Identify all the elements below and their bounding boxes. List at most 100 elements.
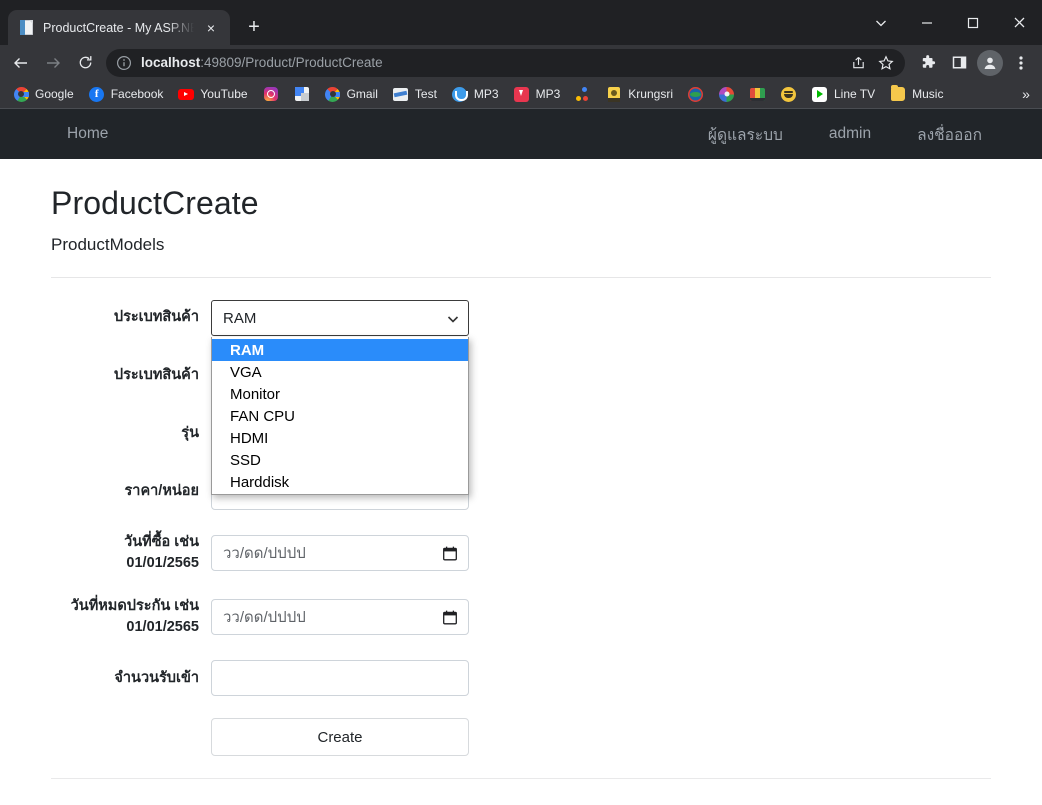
- mp3-blue-icon: [452, 86, 469, 102]
- bookmark-label: Line TV: [833, 87, 876, 101]
- navbar-left: Home: [51, 117, 124, 151]
- dropdown-option[interactable]: SSD: [212, 449, 468, 471]
- youtube-icon: [178, 86, 195, 102]
- divider-bottom: [51, 778, 991, 780]
- bookmark-music[interactable]: Music: [883, 83, 950, 105]
- bookmark-label: Gmail: [346, 87, 378, 101]
- toolbar-right-actions: [913, 48, 1036, 78]
- form-row-category-text: ประเบทสินค้า: [51, 358, 991, 394]
- tab-strip: ProductCreate - My ASP.NET App × +: [0, 0, 269, 45]
- mp3-red-icon: [514, 86, 530, 102]
- product-create-form: ประเบทสินค้า RAM RAM VGA Monitor FAN CPU…: [51, 300, 991, 757]
- info-circle-icon[interactable]: [116, 55, 132, 71]
- create-button[interactable]: Create: [211, 718, 469, 757]
- form-label: จำนวนรับเข้า: [114, 669, 199, 686]
- back-arrow-icon[interactable]: [6, 48, 36, 78]
- side-panel-icon[interactable]: [944, 48, 974, 78]
- bookmark-test[interactable]: Test: [386, 83, 444, 105]
- form-row-price: ราคา/หน่อย: [51, 474, 991, 510]
- category-dropdown-menu[interactable]: RAM VGA Monitor FAN CPU HDMI SSD Harddis…: [211, 337, 469, 495]
- window-controls: [858, 0, 1042, 45]
- bookmark-google-translate[interactable]: [287, 83, 317, 105]
- form-row-model: รุ่น: [51, 416, 991, 452]
- dropdown-option[interactable]: Harddisk: [212, 471, 468, 493]
- form-label: วันที่หมดประกัน เช่น 01/01/2565: [70, 598, 199, 636]
- bookmark-mp3-red[interactable]: MP3: [507, 83, 568, 105]
- bookmark-linetv[interactable]: Line TV: [805, 83, 882, 105]
- bookmark-label: MP3: [535, 87, 561, 101]
- dropdown-option[interactable]: RAM: [212, 339, 468, 361]
- purchase-date-input[interactable]: วว/ดด/ปปปป: [211, 535, 469, 572]
- bookmark-label: Facebook: [110, 87, 164, 101]
- category-select-wrap: RAM RAM VGA Monitor FAN CPU HDMI SSD Har…: [211, 300, 469, 495]
- google-translate-icon: [294, 86, 310, 102]
- navbar-brand-home[interactable]: Home: [51, 117, 124, 151]
- bookmark-label: YouTube: [200, 87, 248, 101]
- bookmark-gmail[interactable]: Gmail: [318, 83, 385, 105]
- address-bar[interactable]: localhost:49809/Product/ProductCreate: [106, 48, 905, 77]
- bookmark-paint[interactable]: [712, 83, 742, 105]
- new-tab-button[interactable]: +: [239, 12, 269, 42]
- form-row-submit: Create: [51, 718, 991, 757]
- close-icon[interactable]: ×: [202, 19, 220, 37]
- bookmark-globe[interactable]: [681, 83, 711, 105]
- profile-avatar-icon[interactable]: [977, 49, 1003, 76]
- url-text: localhost:49809/Product/ProductCreate: [141, 55, 383, 70]
- dropdown-option[interactable]: FAN CPU: [212, 405, 468, 427]
- bookmarks-bar: Google f Facebook YouTube Gmail Test MP3: [0, 80, 1042, 108]
- navbar-item-admin[interactable]: admin: [813, 117, 887, 151]
- bookmark-dots[interactable]: [568, 83, 598, 105]
- tab-search-chevron-icon[interactable]: [858, 0, 904, 45]
- navbar-item-logout[interactable]: ลงชื่อออก: [901, 114, 998, 155]
- bookmark-label: Test: [414, 87, 437, 101]
- date-placeholder: วว/ดด/ปปปป: [223, 545, 306, 563]
- navbar-item-admin-panel[interactable]: ผู้ดูแลระบบ: [692, 114, 799, 155]
- close-window-button[interactable]: [996, 0, 1042, 45]
- bookmark-mp3-blue[interactable]: MP3: [445, 83, 506, 105]
- form-row-category-select: ประเบทสินค้า RAM RAM VGA Monitor FAN CPU…: [51, 300, 991, 495]
- category-select[interactable]: RAM: [211, 300, 469, 336]
- quantity-received-input[interactable]: [211, 660, 469, 697]
- navbar-right: ผู้ดูแลระบบ admin ลงชื่อออก: [692, 114, 1042, 155]
- bookmark-facebook[interactable]: f Facebook: [82, 83, 171, 105]
- reload-icon[interactable]: [70, 48, 100, 78]
- document-icon: [18, 19, 35, 36]
- browser-tab[interactable]: ProductCreate - My ASP.NET App ×: [8, 10, 230, 45]
- page-subtitle: ProductModels: [51, 235, 165, 254]
- dropdown-option[interactable]: Monitor: [212, 383, 468, 405]
- bookmark-google[interactable]: Google: [6, 83, 81, 105]
- calendar-icon[interactable]: [443, 546, 457, 561]
- tent-icon: [750, 86, 766, 102]
- form-row-purchase-date: วันที่ซื้อ เช่น 01/01/2565 วว/ดด/ปปปป: [51, 532, 991, 574]
- puzzle-icon[interactable]: [913, 48, 943, 78]
- form-row-warranty-date: วันที่หมดประกัน เช่น 01/01/2565 วว/ดด/ปป…: [51, 596, 991, 638]
- three-dot-menu-icon[interactable]: [1006, 48, 1036, 78]
- dropdown-option[interactable]: VGA: [212, 361, 468, 383]
- share-icon[interactable]: [845, 50, 871, 76]
- url-path: :49809/Product/ProductCreate: [200, 55, 383, 70]
- form-label: ราคา/หน่อย: [124, 483, 199, 500]
- folder-music-icon: [890, 85, 906, 102]
- forward-arrow-icon[interactable]: [38, 48, 68, 78]
- browser-window: ProductCreate - My ASP.NET App × +: [0, 0, 1042, 805]
- smiley-icon: [781, 86, 797, 102]
- bookmark-krungsri[interactable]: Krungsri: [599, 83, 680, 105]
- star-icon[interactable]: [873, 50, 899, 76]
- dropdown-option[interactable]: HDMI: [212, 427, 468, 449]
- omnibox-actions: [845, 50, 899, 76]
- minimize-button[interactable]: [904, 0, 950, 45]
- bookmark-youtube[interactable]: YouTube: [171, 83, 254, 105]
- maximize-button[interactable]: [950, 0, 996, 45]
- bookmark-label: MP3: [473, 87, 499, 101]
- bookmark-instagram[interactable]: [256, 83, 286, 105]
- divider-top: [51, 277, 991, 278]
- form-label: วันที่ซื้อ เช่น 01/01/2565: [124, 534, 199, 572]
- page-viewport: Home ผู้ดูแลระบบ admin ลงชื่อออก Product…: [0, 108, 1042, 805]
- form-row-quantity: จำนวนรับเข้า: [51, 660, 991, 697]
- calendar-icon[interactable]: [443, 610, 457, 625]
- bookmarks-overflow-icon[interactable]: »: [1014, 82, 1038, 106]
- bookmark-smiley[interactable]: [774, 83, 804, 105]
- warranty-expiry-date-input[interactable]: วว/ดด/ปปปป: [211, 599, 469, 636]
- paint-icon: [719, 86, 735, 102]
- bookmark-tent[interactable]: [743, 83, 773, 105]
